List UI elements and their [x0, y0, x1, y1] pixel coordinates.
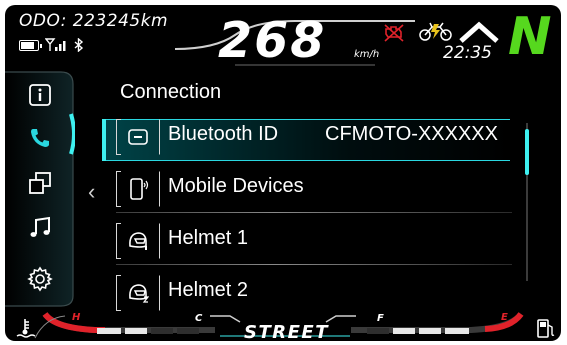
mobile-device-icon [125, 176, 151, 202]
back-arrow-icon[interactable]: ‹ [88, 179, 95, 205]
gear-icon [27, 266, 53, 292]
coolant-temp-icon [16, 319, 36, 338]
fuel-icon [537, 319, 555, 338]
sidebar-item-info[interactable] [27, 82, 53, 108]
sidebar-item-music[interactable] [27, 215, 53, 241]
clock: 22:35 [443, 43, 492, 63]
connection-menu: Bluetooth ID CFMOTO-XXXXXX Mobile Device… [102, 117, 512, 317]
sidebar-item-windows[interactable] [27, 170, 53, 196]
info-icon [29, 84, 51, 106]
menu-item-value: CFMOTO-XXXXXX [325, 123, 498, 145]
menu-item-mobile-devices[interactable]: Mobile Devices [102, 161, 512, 213]
sidebar-item-settings[interactable] [27, 266, 53, 292]
fuel-empty-label: E [501, 312, 508, 323]
motorcycle-icon [419, 22, 452, 41]
helmet-2-icon [125, 280, 151, 306]
menu-item-bluetooth-id[interactable]: Bluetooth ID CFMOTO-XXXXXX [102, 109, 512, 161]
status-row [19, 38, 85, 52]
riding-mode: STREET [244, 322, 329, 341]
scrollbar-thumb[interactable] [525, 129, 529, 175]
navigation-arrow-icon [459, 21, 499, 43]
speed-unit: km/h [354, 49, 380, 60]
helmet-1-icon [125, 228, 151, 254]
sidebar-item-phone[interactable] [27, 125, 53, 151]
windows-icon [29, 172, 51, 194]
odometer: ODO: 223245km [19, 11, 169, 31]
sidebar [5, 70, 75, 308]
gear-indicator: N [508, 7, 552, 67]
fuel-full-label: F [377, 313, 384, 324]
menu-item-helmet-1[interactable]: Helmet 1 [102, 213, 512, 265]
engine-warning-icon [384, 24, 404, 42]
speed-readout: 268 [218, 12, 327, 69]
bluetooth-icon [74, 38, 84, 52]
music-icon [30, 216, 50, 237]
signal-icon [45, 38, 66, 51]
menu-item-label: Bluetooth ID [168, 123, 279, 145]
phone-icon [31, 129, 49, 147]
temp-high-label: H [72, 312, 81, 323]
menu-item-label: Helmet 2 [168, 279, 249, 301]
dashboard-screen: ODO: 223245km 268 km/h 22:35 N Connectio… [5, 5, 561, 341]
temp-cold-label: C [195, 313, 203, 324]
menu-title: Connection [120, 81, 222, 103]
menu-item-label: Mobile Devices [168, 175, 304, 197]
bluetooth-id-icon [125, 124, 151, 150]
battery-icon [19, 39, 42, 51]
menu-item-label: Helmet 1 [168, 227, 249, 249]
